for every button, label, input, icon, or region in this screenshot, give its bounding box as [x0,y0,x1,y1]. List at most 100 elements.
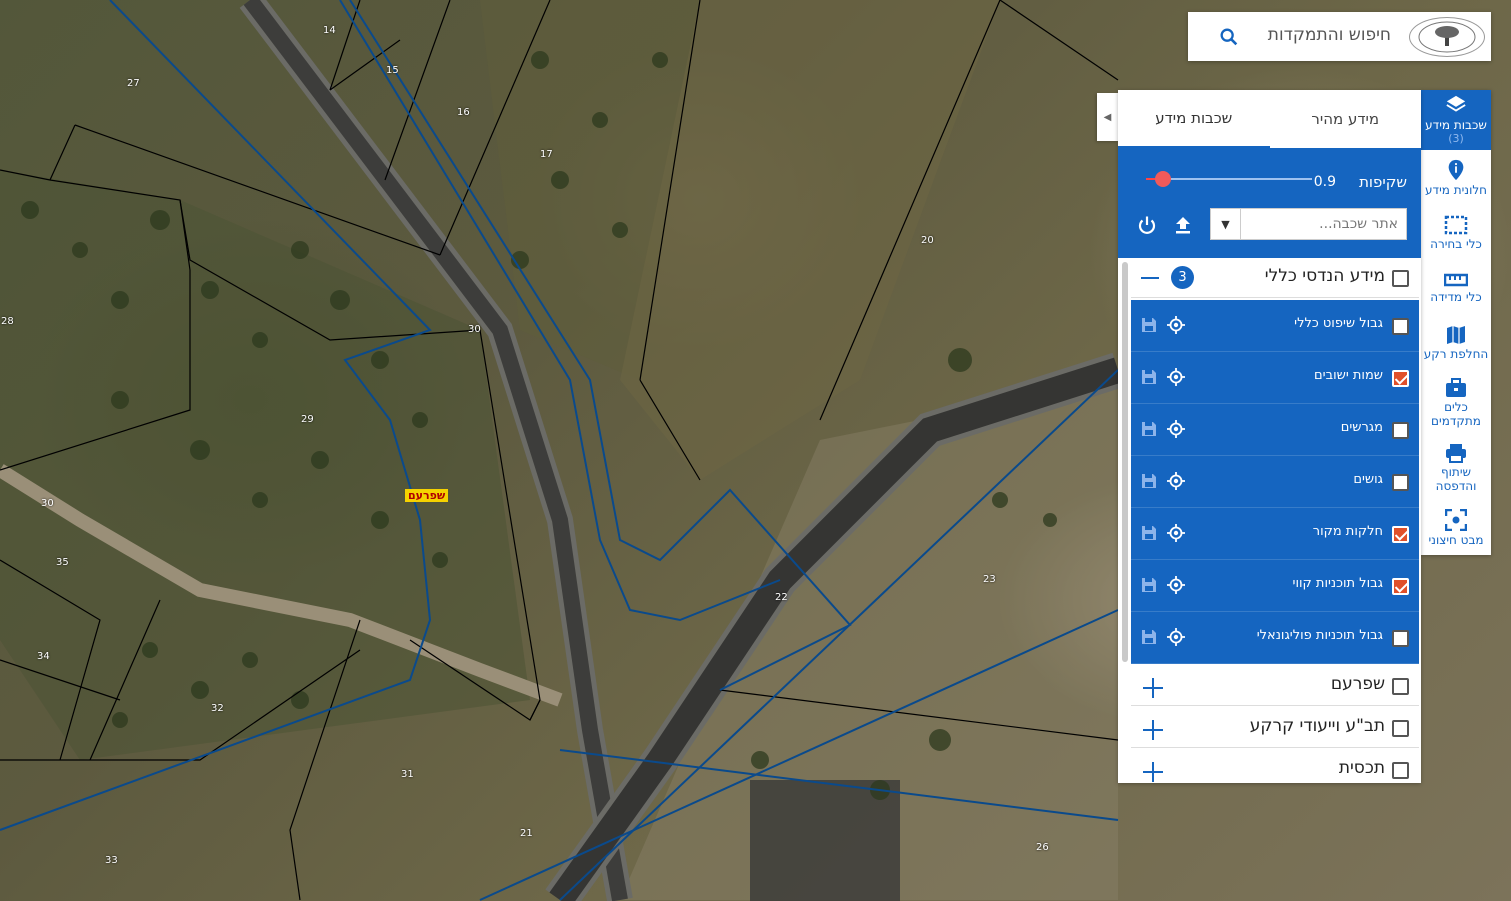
layer-list[interactable]: מידע הנדסי כללי 3 גבול שיפוט כללי שמות י… [1118,258,1421,783]
zoom-to-layer-icon[interactable] [1167,316,1185,338]
layer-controls: שקיפות 0.9 ▼ אתר שכבה... [1118,148,1421,258]
nav-advanced-tools[interactable]: כלים מתקדמים [1421,370,1491,435]
briefcase-icon [1446,377,1466,397]
nav-share-label: שיתוף והדפסה [1435,464,1477,493]
parcel-number: 28 [1,316,14,327]
parcel-number: 30 [41,498,54,509]
power-icon[interactable] [1136,214,1158,240]
nav-external-view[interactable]: מבט חיצוני [1421,500,1491,555]
layer-checkbox[interactable] [1392,474,1409,491]
layer-checkbox[interactable] [1392,630,1409,647]
layer-checkbox[interactable] [1392,318,1409,335]
layers-panel: מידע מהיר שכבות מידע שקיפות 0.9 ▼ אתר שכ… [1118,90,1421,783]
ruler-icon [1444,273,1468,286]
settlement-label[interactable]: שפרעם [405,489,449,502]
layer-row[interactable]: מגרשים [1131,404,1419,456]
save-icon[interactable] [1141,317,1157,337]
expand-icon[interactable] [1143,720,1163,740]
search-input[interactable]: חיפוש והתמקדות [1268,25,1391,45]
nav-advanced-label: כלים מתקדמים [1431,399,1481,428]
nav-selection-tool[interactable]: כלי בחירה [1421,205,1491,260]
nav-layers[interactable]: שכבות מידע (3) [1421,90,1491,150]
layer-group-header[interactable]: תב"ע וייעודי קרקע [1131,708,1419,748]
selection-icon [1444,215,1468,234]
layer-checkbox[interactable] [1392,578,1409,595]
layer-label: שמות ישובים [1314,368,1383,383]
nav-share-print[interactable]: שיתוף והדפסה [1421,435,1491,500]
layer-label: חלקות מקור [1312,524,1383,539]
save-icon[interactable] [1141,629,1157,649]
layer-row[interactable]: שמות ישובים [1131,352,1419,404]
layer-group-checkbox[interactable] [1392,720,1409,737]
layer-list-scrollbar[interactable] [1122,262,1128,662]
parcel-number: 35 [56,557,69,568]
parcel-number: 20 [921,235,934,246]
tab-layers[interactable]: שכבות מידע [1118,90,1270,148]
search-bar[interactable]: חיפוש והתמקדות [1188,12,1491,61]
printer-icon [1446,443,1466,463]
layer-group-title: תכסית [1338,758,1385,778]
layer-row[interactable]: גושים [1131,456,1419,508]
layer-dropdown-toggle[interactable]: ▼ [1211,209,1241,239]
layer-checkbox[interactable] [1392,370,1409,387]
panel-collapse-button[interactable]: ◀ [1097,93,1118,141]
nav-layers-count: (3) [1448,132,1464,145]
opacity-slider[interactable] [1146,171,1312,187]
panel-tabs: מידע מהיר שכבות מידע [1118,90,1421,148]
layer-search-input[interactable]: אתר שכבה... [1241,209,1406,239]
layer-group-header[interactable]: שפרעם [1131,666,1419,706]
nav-measure-tool[interactable]: כלי מדידה [1421,260,1491,315]
nav-info-window[interactable]: חלונית מידע [1421,150,1491,205]
layer-group-checkbox[interactable] [1392,678,1409,695]
opacity-label: שקיפות [1359,173,1407,191]
parcel-number: 31 [401,769,414,780]
save-icon[interactable] [1141,473,1157,493]
zoom-to-layer-icon[interactable] [1167,628,1185,650]
layer-group-header[interactable]: מידע הנדסי כללי 3 [1131,258,1419,298]
zoom-to-layer-icon[interactable] [1167,576,1185,598]
parcel-number: 34 [37,651,50,662]
layer-row[interactable]: גבול תוכניות פוליגונאלי [1131,612,1419,664]
parcel-number: 33 [105,855,118,866]
upload-icon[interactable] [1172,214,1194,240]
layer-label: מגרשים [1340,420,1383,435]
save-icon[interactable] [1141,577,1157,597]
layer-group-checkbox[interactable] [1392,270,1409,287]
parcel-number: 30 [468,324,481,335]
parcel-number: 22 [775,592,788,603]
layer-row[interactable]: גבול שיפוט כללי [1131,300,1419,352]
save-icon[interactable] [1141,369,1157,389]
layer-group-title: שפרעם [1330,674,1385,694]
layer-group-header[interactable]: תכסית [1131,750,1419,783]
layer-row[interactable]: חלקות מקור [1131,508,1419,560]
layer-label: גושים [1353,472,1383,487]
layer-group-checkbox[interactable] [1392,762,1409,779]
parcel-number: 26 [1036,842,1049,853]
tab-quick-info[interactable]: מידע מהיר [1270,90,1422,148]
layer-checkbox[interactable] [1392,526,1409,543]
nav-measure-label: כלי מדידה [1430,289,1482,304]
municipality-logo [1409,17,1485,57]
zoom-to-layer-icon[interactable] [1167,368,1185,390]
save-icon[interactable] [1141,421,1157,441]
zoom-to-layer-icon[interactable] [1167,472,1185,494]
expand-icon[interactable] [1143,678,1163,698]
layer-label: גבול שיפוט כללי [1294,316,1383,331]
layer-search[interactable]: ▼ אתר שכבה... [1210,208,1407,240]
layer-checkbox[interactable] [1392,422,1409,439]
info-icon [1448,159,1464,180]
triangle-down-icon: ▼ [1221,217,1230,231]
zoom-to-layer-icon[interactable] [1167,420,1185,442]
save-icon[interactable] [1141,525,1157,545]
layer-row[interactable]: גבול תוכניות קווי [1131,560,1419,612]
focus-icon [1445,508,1467,531]
nav-basemap-switch[interactable]: החלפת רקע [1421,315,1491,370]
zoom-to-layer-icon[interactable] [1167,524,1185,546]
search-icon[interactable] [1218,26,1240,52]
parcel-number: 14 [323,25,336,36]
opacity-slider-thumb[interactable] [1154,171,1171,187]
expand-icon[interactable] [1143,762,1163,782]
side-navigation: שכבות מידע (3) חלונית מידע כלי בחירה כלי… [1421,90,1491,555]
collapse-icon[interactable] [1141,277,1159,279]
layer-label: גבול תוכניות קווי [1292,576,1383,591]
